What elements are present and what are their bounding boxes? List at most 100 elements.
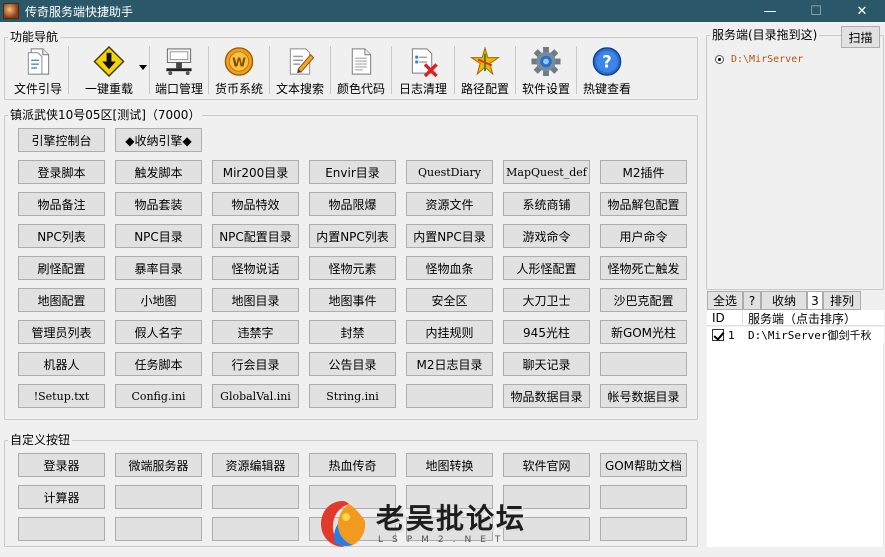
close-button[interactable]: ✕ [839,0,885,22]
radio-selected-icon[interactable] [715,55,724,64]
maximize-button[interactable]: ☐ [793,0,839,22]
engine-button-r7-c0[interactable]: !Setup.txt [18,384,105,408]
collapse-engine-button[interactable]: ◆收纳引擎◆ [115,128,202,152]
engine-button-r1-c4[interactable]: 资源文件 [406,192,493,216]
engine-button-r0-c1[interactable]: 触发脚本 [115,160,202,184]
engine-button-r4-c3[interactable]: 地图事件 [309,288,396,312]
engine-button-r3-c6[interactable]: 怪物死亡触发 [600,256,687,280]
engine-button-r2-c3[interactable]: 内置NPC列表 [309,224,396,248]
nav-color-code[interactable]: 颜色代码 [331,43,391,97]
engine-button-r4-c0[interactable]: 地图配置 [18,288,105,312]
nav-file-guide[interactable]: 文件引导 [8,43,68,97]
engine-button-r7-c3[interactable]: String.ini [309,384,396,408]
engine-button-r3-c2[interactable]: 怪物说话 [212,256,299,280]
col-id-header[interactable]: ID [707,310,743,326]
engine-button-r0-c4[interactable]: QuestDiary [406,160,493,184]
nav-log-clean[interactable]: 日志清理 [392,43,454,97]
engine-button-r5-c1[interactable]: 假人名字 [115,320,202,344]
engine-button-r1-c6[interactable]: 物品解包配置 [600,192,687,216]
custom-button-r2-c0[interactable] [18,517,105,541]
engine-button-r1-c1[interactable]: 物品套装 [115,192,202,216]
custom-button-r0-c2[interactable]: 资源编辑器 [212,453,299,477]
custom-button-r2-c1[interactable] [115,517,202,541]
engine-button-r3-c3[interactable]: 怪物元素 [309,256,396,280]
engine-button-r6-c2[interactable]: 行会目录 [212,352,299,376]
engine-button-r1-c3[interactable]: 物品限爆 [309,192,396,216]
engine-console-button[interactable]: 引擎控制台 [18,128,105,152]
custom-button-r1-c2[interactable] [212,485,299,509]
engine-button-r0-c0[interactable]: 登录脚本 [18,160,105,184]
engine-button-r4-c2[interactable]: 地图目录 [212,288,299,312]
engine-button-r1-c2[interactable]: 物品特效 [212,192,299,216]
custom-button-r0-c6[interactable]: GOM帮助文档 [600,453,687,477]
custom-button-r1-c0[interactable]: 计算器 [18,485,105,509]
nav-text-search[interactable]: 文本搜索 [270,43,330,97]
nav-hotkey-view[interactable]: ? 热键查看 [577,43,637,97]
engine-button-r7-c4[interactable] [406,384,493,408]
watermark-text: 老吴批论坛 LSPM2.NET [376,503,526,546]
engine-button-r5-c2[interactable]: 违禁字 [212,320,299,344]
scan-button[interactable]: 扫描 [841,26,880,48]
checkbox-checked-icon[interactable] [712,329,724,341]
engine-button-r7-c6[interactable]: 帐号数据目录 [600,384,687,408]
engine-button-r4-c1[interactable]: 小地图 [115,288,202,312]
nav-currency-system[interactable]: W 货币系统 [209,43,269,97]
engine-button-r6-c4[interactable]: M2日志目录 [406,352,493,376]
list-count-field[interactable]: 3 [807,291,823,310]
server-radio-item[interactable]: D:\MirServer [715,54,803,65]
engine-button-r2-c6[interactable]: 用户命令 [600,224,687,248]
engine-button-r5-c5[interactable]: 945光柱 [503,320,590,344]
engine-button-r3-c4[interactable]: 怪物血条 [406,256,493,280]
engine-button-r1-c5[interactable]: 系统商铺 [503,192,590,216]
engine-button-r0-c3[interactable]: Envir目录 [309,160,396,184]
engine-button-r2-c2[interactable]: NPC配置目录 [212,224,299,248]
engine-button-r0-c2[interactable]: Mir200目录 [212,160,299,184]
engine-button-r6-c0[interactable]: 机器人 [18,352,105,376]
engine-button-r2-c4[interactable]: 内置NPC目录 [406,224,493,248]
engine-button-r4-c5[interactable]: 大刀卫士 [503,288,590,312]
minimize-button[interactable]: — [747,0,793,22]
engine-button-r3-c1[interactable]: 暴率目录 [115,256,202,280]
engine-button-r2-c0[interactable]: NPC列表 [18,224,105,248]
custom-button-r2-c6[interactable] [600,517,687,541]
chevron-down-icon[interactable] [139,65,147,70]
custom-button-r1-c6[interactable] [600,485,687,509]
nav-port-manage[interactable]: 端口管理 [150,43,208,97]
engine-button-r3-c5[interactable]: 人形怪配置 [503,256,590,280]
nav-one-key-reload[interactable]: 一键重载 [69,43,149,97]
list-sort-button[interactable]: 排列 [823,291,861,310]
engine-button-r1-c0[interactable]: 物品备注 [18,192,105,216]
engine-button-r7-c1[interactable]: Config.ini [115,384,202,408]
engine-button-r7-c2[interactable]: GlobalVal.ini [212,384,299,408]
engine-button-r4-c6[interactable]: 沙巴克配置 [600,288,687,312]
custom-button-r0-c1[interactable]: 微端服务器 [115,453,202,477]
table-row[interactable]: 1 D:\MirServer御剑千秋 [707,327,884,343]
select-all-button[interactable]: 全选 [707,291,743,310]
custom-button-r2-c2[interactable] [212,517,299,541]
custom-button-r0-c3[interactable]: 热血传奇 [309,453,396,477]
engine-button-r6-c1[interactable]: 任务脚本 [115,352,202,376]
engine-button-r6-c5[interactable]: 聊天记录 [503,352,590,376]
list-help-button[interactable]: ? [743,291,761,310]
custom-button-r0-c4[interactable]: 地图转换 [406,453,493,477]
nav-software-settings[interactable]: 软件设置 [516,43,576,97]
custom-button-r0-c5[interactable]: 软件官网 [503,453,590,477]
custom-button-r0-c0[interactable]: 登录器 [18,453,105,477]
engine-button-r7-c5[interactable]: 物品数据目录 [503,384,590,408]
custom-button-r1-c1[interactable] [115,485,202,509]
engine-button-r6-c6[interactable] [600,352,687,376]
engine-button-r5-c3[interactable]: 封禁 [309,320,396,344]
engine-button-r4-c4[interactable]: 安全区 [406,288,493,312]
engine-button-r5-c0[interactable]: 管理员列表 [18,320,105,344]
engine-button-r2-c5[interactable]: 游戏命令 [503,224,590,248]
engine-button-r3-c0[interactable]: 刷怪配置 [18,256,105,280]
engine-button-r6-c3[interactable]: 公告目录 [309,352,396,376]
col-server-header[interactable]: 服务端（点击排序） [743,310,883,326]
engine-button-r2-c1[interactable]: NPC目录 [115,224,202,248]
nav-path-config[interactable]: 路径配置 [455,43,515,97]
engine-button-r5-c4[interactable]: 内挂规则 [406,320,493,344]
engine-button-r5-c6[interactable]: 新GOM光柱 [600,320,687,344]
engine-button-r0-c5[interactable]: MapQuest_def [503,160,590,184]
list-collapse-button[interactable]: 收纳 [761,291,807,310]
engine-button-r0-c6[interactable]: M2插件 [600,160,687,184]
